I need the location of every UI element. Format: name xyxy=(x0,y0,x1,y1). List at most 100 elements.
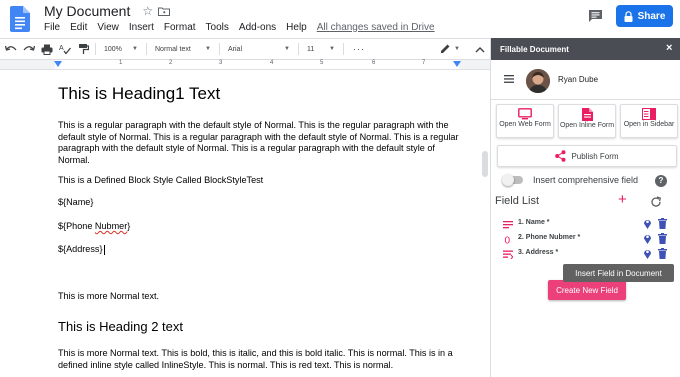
menu-bar: File Edit View Insert Format Tools Add-o… xyxy=(44,20,435,34)
field-list-item[interactable]: 3. Address * xyxy=(503,247,673,261)
toggle-knob xyxy=(502,174,514,186)
share-icon xyxy=(555,150,566,162)
toolbar-divider xyxy=(95,43,96,55)
document-canvas[interactable]: This is Heading1 Text This is a regular … xyxy=(0,71,490,377)
font-select[interactable]: Arial ▼ xyxy=(225,41,293,57)
font-size-value: 11 xyxy=(307,45,315,53)
caret-down-icon: ▼ xyxy=(132,46,138,52)
help-icon[interactable]: ? xyxy=(655,175,667,187)
phone-placeholder-prefix: ${Phone xyxy=(58,221,95,231)
field-label: 1. Name * xyxy=(518,219,550,226)
print-icon[interactable] xyxy=(40,42,54,56)
misspelled-word[interactable]: Nubmer xyxy=(95,221,127,231)
location-pin-icon[interactable] xyxy=(643,218,652,229)
document-title[interactable]: My Document xyxy=(44,3,130,19)
menu-tools[interactable]: Tools xyxy=(206,22,229,33)
left-indent-marker[interactable] xyxy=(54,61,62,67)
sidebar-title: Fillable Document xyxy=(500,44,569,54)
paragraph: This is more Normal text. This is bold, … xyxy=(58,348,453,370)
editing-mode-select[interactable]: ▼ xyxy=(440,43,460,54)
trash-icon[interactable] xyxy=(658,248,667,259)
ruler-number: 4 xyxy=(270,60,274,66)
menu-insert[interactable]: Insert xyxy=(129,22,154,33)
open-in-sidebar-button[interactable]: Open in Sidebar xyxy=(620,104,678,138)
menu-icon[interactable] xyxy=(504,75,514,83)
insert-field-tooltip: Insert Field in Document xyxy=(563,264,674,282)
title-row: My Document ☆ xyxy=(44,3,171,19)
address-placeholder-text: ${Address} xyxy=(58,244,103,254)
publish-form-label: Publish Form xyxy=(571,151,619,161)
ruler[interactable]: 1 2 3 4 5 6 7 xyxy=(0,60,490,70)
paragraph: This is a regular paragraph with the def… xyxy=(58,120,459,165)
menu-edit[interactable]: Edit xyxy=(70,22,87,33)
save-status[interactable]: All changes saved in Drive xyxy=(317,22,435,33)
user-bar: Ryan Dube xyxy=(491,60,680,100)
open-inline-form-button[interactable]: Open Inline Form xyxy=(558,104,616,138)
add-field-icon[interactable]: + xyxy=(618,192,627,207)
redo-icon[interactable] xyxy=(22,42,36,56)
name-placeholder: ${Name} xyxy=(58,197,94,207)
docs-logo-icon[interactable] xyxy=(10,6,30,32)
undo-icon[interactable] xyxy=(4,42,18,56)
text-cursor xyxy=(103,244,105,255)
field-list-item[interactable]: 0 2. Phone Nubmer * xyxy=(503,232,673,246)
font-value: Arial xyxy=(228,45,243,53)
menu-file[interactable]: File xyxy=(44,22,60,33)
open-web-form-label: Open Web Form xyxy=(499,121,551,128)
location-pin-icon[interactable] xyxy=(643,233,652,244)
create-new-field-button[interactable]: Create New Field xyxy=(548,280,626,300)
monitor-icon xyxy=(518,108,532,120)
collapse-toolbar-icon[interactable] xyxy=(473,43,487,57)
document-icon xyxy=(581,108,593,121)
menu-format[interactable]: Format xyxy=(164,22,196,33)
toolbar-divider xyxy=(298,43,299,55)
svg-text:0: 0 xyxy=(505,236,511,245)
paint-format-icon[interactable] xyxy=(76,42,90,56)
share-button[interactable]: Share xyxy=(616,5,673,27)
sidebar-header: Fillable Document × xyxy=(491,38,680,60)
phone-placeholder: ${Phone Nubmer} xyxy=(58,221,460,233)
more-options-icon[interactable]: ··· xyxy=(353,44,365,54)
ruler-number: 6 xyxy=(372,60,376,66)
caret-down-icon: ▼ xyxy=(454,45,460,52)
location-pin-icon[interactable] xyxy=(643,248,652,259)
header-bar: My Document ☆ File Edit View Insert Form… xyxy=(0,0,680,38)
block-style-paragraph: This is a Defined Block Style Called Blo… xyxy=(58,175,264,185)
multiline-field-icon xyxy=(503,250,513,259)
avatar[interactable] xyxy=(526,69,550,93)
address-placeholder: ${Address} xyxy=(58,244,460,256)
comprehensive-field-toggle[interactable] xyxy=(502,174,523,186)
trash-icon[interactable] xyxy=(658,218,667,229)
spellcheck-icon[interactable]: A xyxy=(58,42,72,56)
font-size-select[interactable]: 11 ▼ xyxy=(304,41,338,57)
open-web-form-button[interactable]: Open Web Form xyxy=(496,104,554,138)
toolbar-divider xyxy=(146,43,147,55)
zoom-value: 100% xyxy=(104,45,122,53)
zoom-select[interactable]: 100% ▼ xyxy=(101,41,141,57)
style-select[interactable]: Normal text ▼ xyxy=(152,41,214,57)
star-icon[interactable]: ☆ xyxy=(142,4,153,18)
field-label: 2. Phone Nubmer * xyxy=(518,234,581,241)
text-field-icon xyxy=(503,221,513,229)
open-in-sidebar-label: Open in Sidebar xyxy=(623,121,675,128)
menu-view[interactable]: View xyxy=(97,22,119,33)
comment-icon[interactable] xyxy=(588,9,603,23)
caret-down-icon: ▼ xyxy=(205,46,211,52)
caret-down-icon: ▼ xyxy=(284,46,290,52)
svg-text:A: A xyxy=(59,45,64,52)
ruler-page-area xyxy=(55,60,459,69)
open-inline-form-label: Open Inline Form xyxy=(559,122,615,129)
right-indent-marker[interactable] xyxy=(453,61,461,67)
publish-form-button[interactable]: Publish Form xyxy=(497,145,677,167)
refresh-icon[interactable] xyxy=(650,196,662,208)
move-to-folder-icon[interactable] xyxy=(158,7,171,16)
document-scrollbar[interactable] xyxy=(482,151,488,177)
toolbar-divider xyxy=(343,43,344,55)
menu-help[interactable]: Help xyxy=(286,22,307,33)
field-list-item[interactable]: 1. Name * xyxy=(503,217,673,231)
number-field-icon: 0 xyxy=(505,236,511,245)
close-icon[interactable]: × xyxy=(666,43,672,54)
trash-icon[interactable] xyxy=(658,233,667,244)
menu-addons[interactable]: Add-ons xyxy=(239,22,276,33)
heading-1: This is Heading1 Text xyxy=(58,84,221,103)
